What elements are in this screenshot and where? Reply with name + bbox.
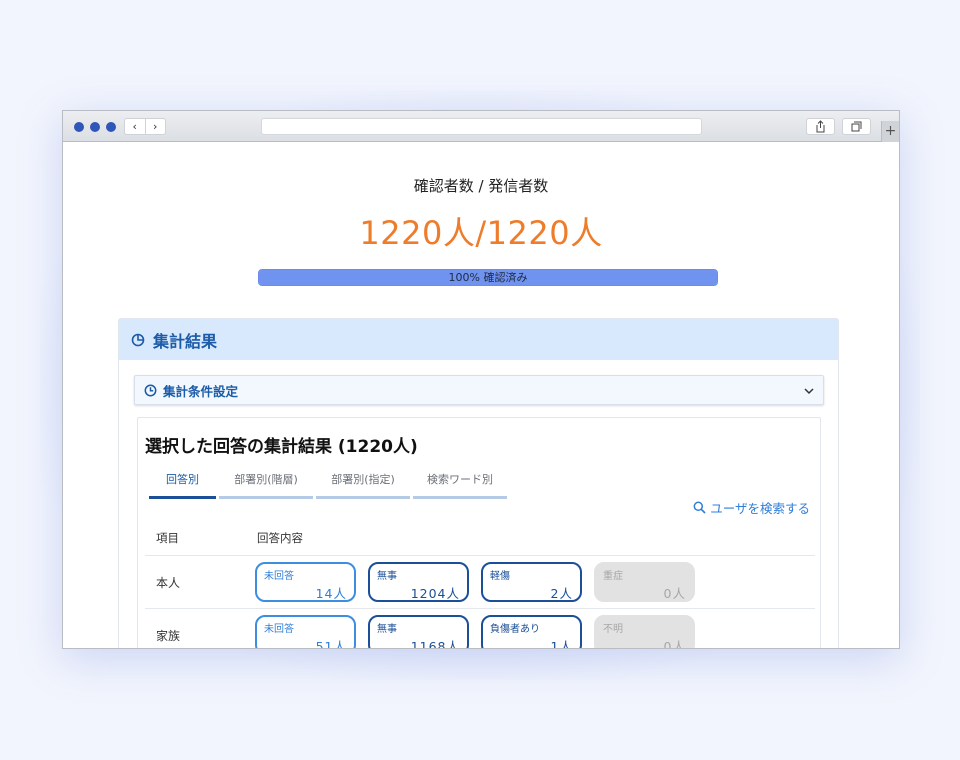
window-zoom-dot[interactable] — [106, 122, 116, 132]
chip-value: 1168人 — [410, 639, 460, 649]
search-icon — [693, 501, 706, 514]
results-title: 選択した回答の集計結果 (1220人) — [145, 437, 418, 457]
share-icon — [816, 120, 825, 133]
chip-label: 重症 — [603, 571, 623, 582]
chip-label: 未回答 — [264, 571, 294, 582]
browser-toolbar: ‹ › + — [63, 111, 899, 142]
header-answer: 回答内容 — [257, 531, 303, 545]
chip-label: 軽傷 — [490, 571, 510, 582]
confirmation-progress-bar: 100% 確認済み — [258, 269, 718, 286]
page-content: 確認者数 / 発信者数 1220人/1220人 100% 確認済み 集計結果 集… — [63, 142, 899, 649]
chip-value: 0人 — [663, 639, 686, 649]
answer-chip-minor-injury[interactable]: 軽傷 2人 — [481, 562, 582, 602]
condition-settings-title: 集計条件設定 — [163, 383, 239, 399]
pie-chart-icon — [131, 333, 145, 346]
results-card: 選択した回答の集計結果 (1220人) 回答別 部署別(階層) 部署別(指定) … — [137, 417, 821, 649]
window-minimize-dot[interactable] — [90, 122, 100, 132]
aggregation-panel: 集計結果 集計条件設定 選択した回答の集計結果 (1220人) 回答別 部署別(… — [118, 318, 839, 649]
tabs-button[interactable] — [842, 118, 871, 135]
tab-by-department-specified[interactable]: 部署別(指定) — [316, 471, 410, 499]
table-row: 本人 未回答 14人 無事 1204人 軽傷 2人 重症 0人 — [145, 555, 815, 608]
answer-chip-unanswered[interactable]: 未回答 51人 — [255, 615, 356, 649]
forward-button[interactable]: › — [146, 119, 166, 134]
answer-chip-injured[interactable]: 負傷者あり 1人 — [481, 615, 582, 649]
answer-chip-safe[interactable]: 無事 1168人 — [368, 615, 469, 649]
chip-value: 2人 — [550, 586, 573, 601]
answer-chip-safe[interactable]: 無事 1204人 — [368, 562, 469, 602]
browser-window: ‹ › + 確認者数 / 発信者数 1220人/1220人 100% 確認済み — [62, 110, 900, 649]
chip-value: 1204人 — [410, 586, 460, 601]
tab-by-search-word[interactable]: 検索ワード別 — [413, 471, 507, 499]
url-bar[interactable] — [261, 118, 702, 135]
window-close-dot[interactable] — [74, 122, 84, 132]
chip-label: 無事 — [377, 571, 397, 582]
nav-buttons: ‹ › — [124, 118, 166, 135]
chip-value: 1人 — [550, 639, 573, 649]
confirmed-senders-label: 確認者数 / 発信者数 — [413, 177, 549, 195]
tab-by-answer[interactable]: 回答別 — [149, 471, 216, 499]
aggregation-panel-header: 集計結果 — [119, 319, 838, 360]
back-button[interactable]: ‹ — [125, 119, 146, 134]
table-row: 家族 未回答 51人 無事 1168人 負傷者あり 1人 不明 0人 — [145, 608, 815, 649]
answer-chip-serious-injury: 重症 0人 — [594, 562, 695, 602]
new-tab-button[interactable]: + — [881, 121, 899, 142]
tabs-icon — [851, 121, 862, 132]
results-tabs: 回答別 部署別(階層) 部署別(指定) 検索ワード別 — [149, 471, 510, 499]
chip-label: 無事 — [377, 624, 397, 635]
progress-text: 100% 確認済み — [448, 271, 528, 284]
chip-label: 負傷者あり — [490, 624, 540, 635]
chip-label: 未回答 — [264, 624, 294, 635]
aggregation-panel-title: 集計結果 — [153, 331, 218, 351]
chip-label: 不明 — [603, 624, 623, 635]
condition-settings-accordion[interactable]: 集計条件設定 — [134, 375, 824, 405]
answer-chip-unanswered[interactable]: 未回答 14人 — [255, 562, 356, 602]
clock-icon — [144, 384, 157, 396]
answer-chip-unknown: 不明 0人 — [594, 615, 695, 649]
search-user-label: ユーザを検索する — [710, 501, 810, 516]
search-user-link[interactable]: ユーザを検索する — [693, 498, 810, 517]
header-item: 項目 — [156, 531, 179, 545]
share-button[interactable] — [806, 118, 835, 135]
chip-value: 0人 — [663, 586, 686, 601]
tab-by-department-hierarchy[interactable]: 部署別(階層) — [219, 471, 313, 499]
row-label: 本人 — [156, 576, 181, 590]
chevron-down-icon[interactable] — [803, 385, 815, 397]
row-label: 家族 — [156, 629, 181, 643]
chip-value: 51人 — [315, 639, 347, 649]
chip-value: 14人 — [315, 586, 347, 601]
confirmed-senders-value: 1220人/1220人 — [359, 214, 603, 252]
